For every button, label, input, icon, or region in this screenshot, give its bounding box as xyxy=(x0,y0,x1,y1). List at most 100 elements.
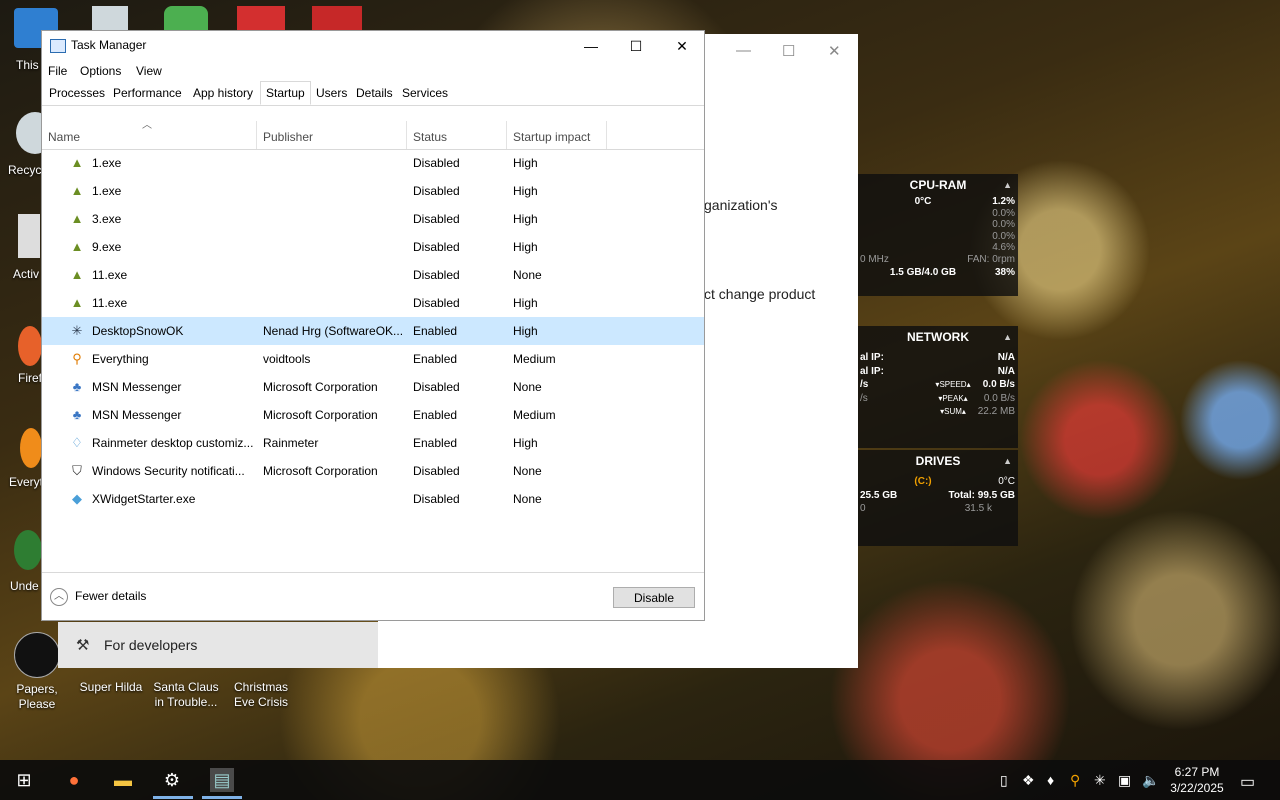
desktop-icon-firefox[interactable] xyxy=(18,326,42,366)
row-name: Windows Security notificati... xyxy=(92,464,245,478)
table-row[interactable]: ▲ 11.exe Disabled None xyxy=(42,261,704,289)
maximize-icon[interactable]: ☐ xyxy=(782,42,795,60)
task-manager-taskbar-icon[interactable]: ▤ xyxy=(210,768,234,792)
tab-performance[interactable]: Performance xyxy=(109,84,186,102)
cpu-core-1: 0.0% xyxy=(992,207,1015,219)
chevron-up-icon: ︿ xyxy=(50,588,68,606)
row-startup-impact: High xyxy=(513,296,538,310)
drives-header[interactable]: DRIVES ▲ xyxy=(858,450,1018,472)
cpu-mhz: 0 MHz xyxy=(860,253,889,265)
desktop-icon-activ[interactable] xyxy=(18,214,40,258)
tree-icon: ▲ xyxy=(70,183,84,198)
taskbar-clock[interactable]: 6:27 PM 3/22/2025 xyxy=(1162,764,1232,796)
row-name: 11.exe xyxy=(92,268,128,282)
settings-nav-for-developers[interactable]: ⚒ For developers xyxy=(58,622,378,668)
network-header[interactable]: NETWORK ▲ xyxy=(858,326,1018,348)
desktop-icon-everything[interactable] xyxy=(20,428,42,468)
table-row[interactable]: ▲ 9.exe Disabled High xyxy=(42,233,704,261)
row-status: Disabled xyxy=(413,268,460,282)
tray-notepad-icon[interactable]: ▯ xyxy=(1000,772,1008,789)
row-publisher: Nenad Hrg (SoftwareOK... xyxy=(263,324,403,338)
close-icon[interactable]: ✕ xyxy=(828,42,841,60)
minimize-button[interactable]: — xyxy=(568,31,614,61)
network-sum: 22.2 MB xyxy=(977,406,1015,417)
table-row[interactable]: ▲ 1.exe Disabled High xyxy=(42,149,704,177)
task-manager-icon xyxy=(50,39,66,53)
column-header-startup-impact[interactable]: Startup impact xyxy=(513,130,590,144)
tab-startup[interactable]: Startup xyxy=(260,81,311,105)
title-bar[interactable]: Task Manager — ☐ ✕ xyxy=(42,31,704,61)
tab-app-history[interactable]: App history xyxy=(189,84,257,102)
task-manager-window: Task Manager — ☐ ✕ File Options View Pro… xyxy=(41,30,705,621)
desktop-icon-undertale[interactable] xyxy=(14,530,42,570)
desktop-icon-top-4[interactable] xyxy=(312,6,362,32)
settings-gear-icon[interactable]: ⚙ xyxy=(160,768,184,792)
action-center-icon[interactable]: ▭ xyxy=(1240,772,1255,792)
column-divider[interactable] xyxy=(256,121,257,149)
messenger-icon: ♣ xyxy=(72,407,82,422)
tray-network-icon[interactable]: ▣ xyxy=(1118,772,1131,789)
close-button[interactable]: ✕ xyxy=(659,31,705,61)
minimize-icon[interactable]: — xyxy=(736,42,751,59)
table-row[interactable]: ⛉ Windows Security notificati... Microsoft… xyxy=(42,457,704,485)
column-header-status[interactable]: Status xyxy=(413,130,447,144)
window-title: Task Manager xyxy=(71,38,147,52)
table-row[interactable]: ♢ Rainmeter desktop customiz... Rainmeter E… xyxy=(42,429,704,457)
active-app-indicator xyxy=(202,796,242,799)
desktop-icon-top-3[interactable] xyxy=(237,6,285,32)
footer: ︿ Fewer details Disable xyxy=(42,572,704,621)
row-startup-impact: High xyxy=(513,324,538,338)
cpu-ram-header[interactable]: CPU-RAM ▲ xyxy=(858,174,1018,196)
firefox-icon[interactable]: ● xyxy=(62,768,86,792)
tab-users[interactable]: Users xyxy=(312,84,351,102)
table-row[interactable]: ▲ 3.exe Disabled High xyxy=(42,205,704,233)
disable-button[interactable]: Disable xyxy=(613,587,695,608)
column-divider[interactable] xyxy=(506,121,507,149)
network-ip1-label: al IP: xyxy=(860,352,884,363)
column-divider[interactable] xyxy=(606,121,607,149)
cpu-core-3: 0.0% xyxy=(992,230,1015,242)
collapse-icon[interactable]: ▲ xyxy=(1003,450,1012,472)
tray-volume-icon[interactable]: 🔈 xyxy=(1142,772,1159,789)
tray-snow-icon[interactable]: ✳ xyxy=(1094,772,1106,789)
tray-rainmeter-icon[interactable]: ♦ xyxy=(1047,772,1054,788)
row-startup-impact: None xyxy=(513,268,542,282)
table-row[interactable]: ♣ MSN Messenger Microsoft Corporation Disab… xyxy=(42,373,704,401)
maximize-button[interactable]: ☐ xyxy=(613,31,659,61)
table-row[interactable]: ▲ 1.exe Disabled High xyxy=(42,177,704,205)
desktop-icon-label: Santa Claus in Trouble... xyxy=(153,680,219,709)
menu-file[interactable]: File xyxy=(48,64,67,78)
windows-start-icon[interactable]: ⊞ xyxy=(12,768,36,792)
desktop-icon-top-2[interactable] xyxy=(164,6,208,32)
table-row[interactable]: ✳ DesktopSnowOK Nenad Hrg (SoftwareOK... En… xyxy=(42,317,704,345)
menu-options[interactable]: Options xyxy=(80,64,121,78)
collapse-icon[interactable]: ▲ xyxy=(1003,174,1012,196)
papers-please-icon xyxy=(14,632,60,678)
column-header-publisher[interactable]: Publisher xyxy=(263,130,313,144)
file-explorer-icon[interactable]: ▬ xyxy=(111,768,135,792)
desktop-icon-top-1[interactable] xyxy=(92,6,128,32)
tab-services[interactable]: Services xyxy=(398,84,452,102)
column-divider[interactable] xyxy=(406,121,407,149)
widget-icon: ◆ xyxy=(72,491,82,506)
row-status: Enabled xyxy=(413,352,458,366)
cpu-ram-widget: CPU-RAM ▲ 0°C 1.2% 0.0% 0.0% 0.0% 4.6% 0 M… xyxy=(858,174,1018,296)
snowflake-icon: ✳ xyxy=(71,323,83,338)
clock-time: 6:27 PM xyxy=(1174,765,1220,779)
desktop-label-firefox: Firef xyxy=(18,371,42,385)
row-status: Disabled xyxy=(413,296,460,310)
table-row[interactable]: ♣ MSN Messenger Microsoft Corporation Enabl… xyxy=(42,401,704,429)
collapse-icon[interactable]: ▲ xyxy=(1003,326,1012,348)
tray-messenger-icon[interactable]: ❖ xyxy=(1022,772,1035,789)
menu-view[interactable]: View xyxy=(136,64,162,78)
tab-processes[interactable]: Processes xyxy=(45,84,109,102)
table-row[interactable]: ◆ XWidgetStarter.exe Disabled None xyxy=(42,485,704,513)
column-header-name[interactable]: Name xyxy=(48,130,80,144)
table-row[interactable]: ▲ 11.exe Disabled High xyxy=(42,289,704,317)
table-row[interactable]: ⚲ Everything voidtools Enabled Medium xyxy=(42,345,704,373)
tab-details[interactable]: Details xyxy=(352,84,397,102)
fan-speed: FAN: 0rpm xyxy=(967,253,1015,265)
fewer-details-toggle[interactable]: ︿ Fewer details xyxy=(50,588,146,606)
row-startup-impact: None xyxy=(513,464,542,478)
tray-everything-icon[interactable]: ⚲ xyxy=(1070,772,1080,789)
